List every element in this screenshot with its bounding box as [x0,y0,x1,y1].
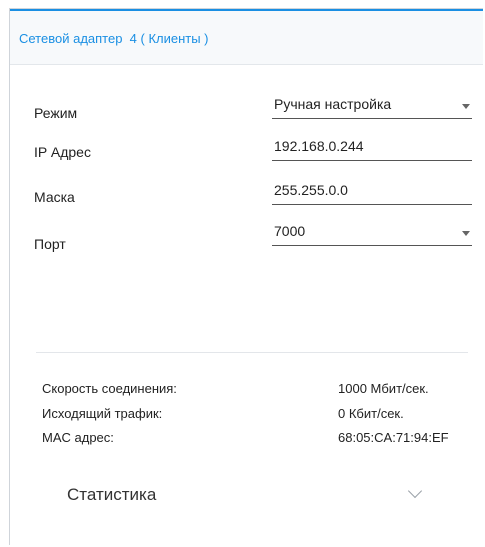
mask-input[interactable]: 255.255.0.0 [272,179,472,205]
port-label: Порт [34,236,66,252]
port-select[interactable]: 7000 [272,220,472,246]
mask-label: Маска [34,189,75,205]
card-header: Сетевой адаптер 4 ( Клиенты ) [10,9,483,65]
mode-label: Режим [34,105,78,121]
ip-address-input[interactable]: 192.168.0.244 [272,135,472,161]
ip-label: IP Адрес [34,144,91,160]
dropdown-arrow-icon [462,231,470,236]
card-title: Сетевой адаптер 4 ( Клиенты ) [19,31,209,46]
mac-value: 68:05:CA:71:94:EF [338,430,449,445]
statistics-expander[interactable]: Статистика [34,479,474,511]
network-adapter-card: Сетевой адаптер 4 ( Клиенты ) Режим Ручн… [9,8,483,545]
mode-select[interactable]: Ручная настройка [272,93,472,119]
statistics-label: Статистика [67,485,157,504]
divider [36,352,468,353]
dropdown-arrow-icon [462,104,470,109]
ip-value: 192.168.0.244 [274,138,364,154]
mac-label: MAC адрес: [42,430,114,445]
mode-value: Ручная настройка [274,96,392,112]
traffic-label: Исходящий трафик: [42,406,163,421]
mask-value: 255.255.0.0 [274,182,348,198]
port-value: 7000 [274,223,306,239]
chevron-down-icon [407,483,423,499]
speed-value: 1000 Мбит/сек. [338,381,429,396]
traffic-value: 0 Кбит/сек. [338,406,404,421]
speed-label: Скорость соединения: [42,381,177,396]
